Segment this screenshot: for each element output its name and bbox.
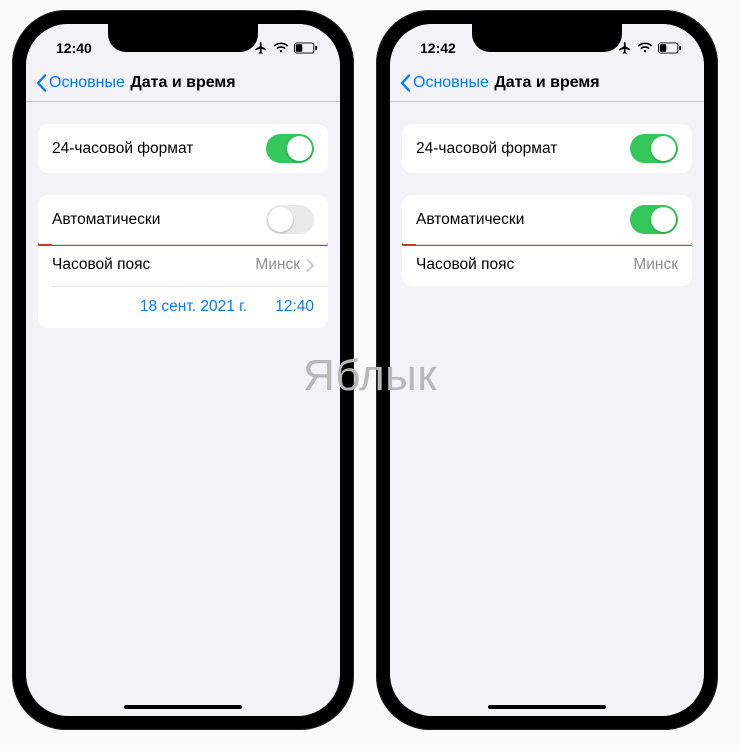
- chevron-left-icon: [36, 74, 47, 92]
- row-label: Часовой пояс: [52, 256, 150, 274]
- content-area: 24-часовой формат Автоматически Часовой …: [26, 102, 340, 716]
- row-datetime[interactable]: 18 сент. 2021 г. 12:40: [38, 286, 328, 328]
- back-button[interactable]: Основные: [400, 74, 489, 92]
- toggle-automatic[interactable]: [266, 205, 314, 234]
- screen: 12:42 Основные Дата и время 24-часовой ф…: [390, 24, 704, 716]
- toggle-24h[interactable]: [266, 134, 314, 163]
- row-24h-format: 24-часовой формат: [38, 124, 328, 173]
- toggle-24h[interactable]: [630, 134, 678, 163]
- row-label: Автоматически: [416, 211, 524, 229]
- back-label: Основные: [49, 74, 125, 92]
- settings-group-format: 24-часовой формат: [402, 124, 692, 173]
- row-automatic: Автоматически: [402, 195, 692, 244]
- notch: [108, 24, 258, 52]
- time-value[interactable]: 12:40: [275, 298, 314, 316]
- wifi-icon: [273, 42, 289, 54]
- chevron-left-icon: [400, 74, 411, 92]
- airplane-icon: [618, 41, 632, 55]
- row-timezone[interactable]: Часовой пояс Минск: [38, 244, 328, 286]
- settings-group-datetime: Автоматически Часовой пояс Минск: [402, 195, 692, 286]
- battery-icon: [658, 42, 682, 54]
- notch: [472, 24, 622, 52]
- row-label: 24-часовой формат: [416, 140, 557, 158]
- status-time: 12:42: [420, 40, 456, 56]
- phone-frame: 12:42 Основные Дата и время 24-часовой ф…: [376, 10, 718, 730]
- status-icons: [254, 41, 318, 55]
- row-automatic: Автоматически: [38, 195, 328, 244]
- back-label: Основные: [413, 74, 489, 92]
- home-indicator[interactable]: [488, 705, 606, 710]
- status-icons: [618, 41, 682, 55]
- settings-group-format: 24-часовой формат: [38, 124, 328, 173]
- nav-bar: Основные Дата и время: [26, 64, 340, 102]
- status-time: 12:40: [56, 40, 92, 56]
- back-button[interactable]: Основные: [36, 74, 125, 92]
- home-indicator[interactable]: [124, 705, 242, 710]
- screen: 12:40 Основные Дата и время 24-часовой ф…: [26, 24, 340, 716]
- airplane-icon: [254, 41, 268, 55]
- nav-bar: Основные Дата и время: [390, 64, 704, 102]
- wifi-icon: [637, 42, 653, 54]
- content-area: 24-часовой формат Автоматически Часовой …: [390, 102, 704, 716]
- row-label: 24-часовой формат: [52, 140, 193, 158]
- chevron-right-icon: [306, 259, 314, 272]
- toggle-automatic[interactable]: [630, 205, 678, 234]
- battery-icon: [294, 42, 318, 54]
- date-value[interactable]: 18 сент. 2021 г.: [140, 298, 247, 316]
- row-24h-format: 24-часовой формат: [402, 124, 692, 173]
- row-timezone: Часовой пояс Минск: [402, 244, 692, 286]
- row-label: Автоматически: [52, 211, 160, 229]
- row-value: Минск: [255, 256, 314, 274]
- row-value: Минск: [633, 256, 678, 274]
- settings-group-datetime: Автоматически Часовой пояс Минск 18 сент…: [38, 195, 328, 328]
- row-label: Часовой пояс: [416, 256, 514, 274]
- phone-frame: 12:40 Основные Дата и время 24-часовой ф…: [12, 10, 354, 730]
